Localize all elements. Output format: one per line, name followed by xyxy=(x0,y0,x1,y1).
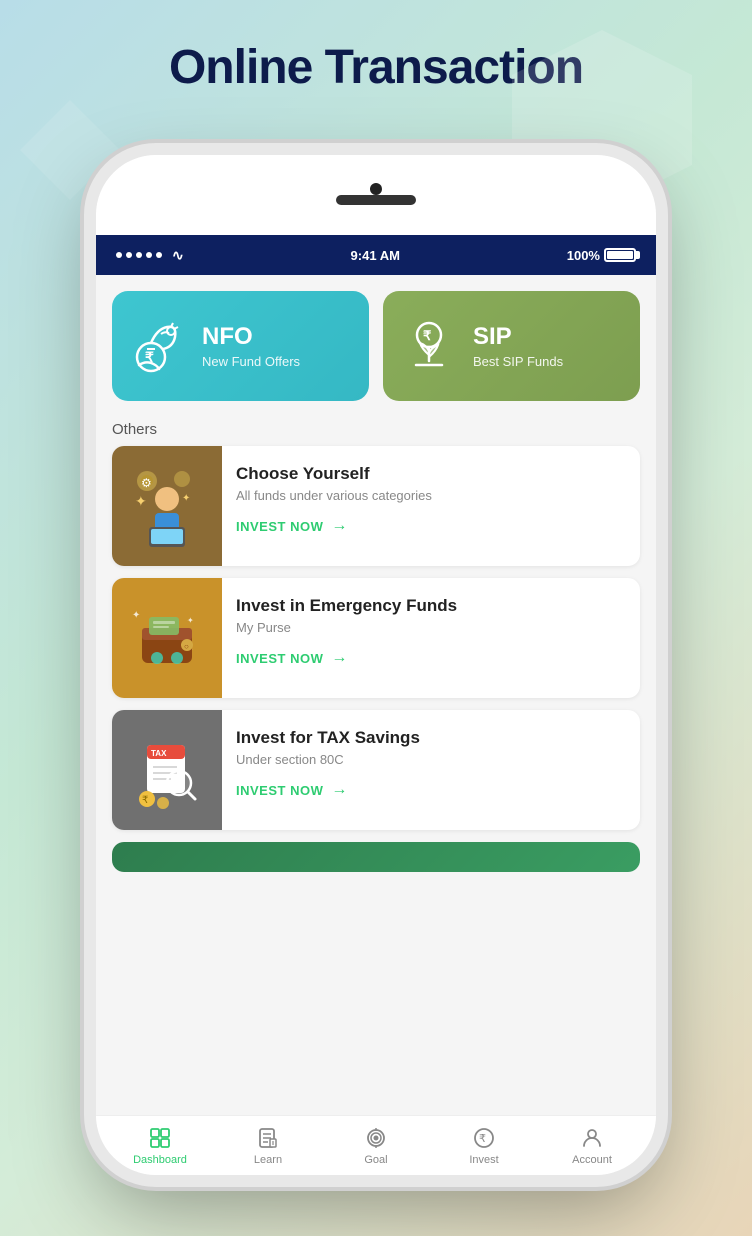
svg-text:✦: ✦ xyxy=(187,616,194,625)
nav-item-account[interactable]: Account xyxy=(538,1126,646,1166)
svg-text:✦: ✦ xyxy=(182,493,190,504)
signal-indicator: ∿ xyxy=(116,247,184,264)
choose-yourself-subtitle: All funds under various categories xyxy=(236,488,626,503)
bottom-nav: Dashboard Learn xyxy=(96,1115,656,1175)
others-section-label: Others xyxy=(96,411,656,446)
status-time: 9:41 AM xyxy=(351,248,400,263)
tax-savings-subtitle: Under section 80C xyxy=(236,752,626,767)
nav-item-goal[interactable]: Goal xyxy=(322,1126,430,1166)
emergency-funds-cta-label: INVEST NOW xyxy=(236,651,323,666)
sip-title: SIP xyxy=(473,323,563,352)
phone-mockup: ∿ 9:41 AM 100% ₹ xyxy=(96,155,656,1175)
status-bar: ∿ 9:41 AM 100% xyxy=(96,235,656,275)
phone-notch xyxy=(96,155,656,235)
account-icon xyxy=(580,1126,604,1150)
svg-text:TAX: TAX xyxy=(151,749,167,758)
nav-item-invest[interactable]: ₹ Invest xyxy=(430,1126,538,1166)
learn-icon xyxy=(256,1126,280,1150)
svg-text:RETURN: RETURN xyxy=(149,760,178,767)
app-content: ₹ NFO New Fund Offers xyxy=(96,275,656,1115)
invest-nav-label: Invest xyxy=(469,1154,498,1166)
invest-arrow-2-icon: → xyxy=(331,649,348,667)
choose-yourself-title: Choose Yourself xyxy=(236,464,626,484)
tax-savings-title: Invest for TAX Savings xyxy=(236,728,626,748)
choose-yourself-image: ⚙ ✦ ✦ xyxy=(112,446,222,566)
tax-savings-cta[interactable]: INVEST NOW → xyxy=(236,781,348,799)
tax-savings-body: Invest for TAX Savings Under section 80C… xyxy=(222,710,640,830)
nfo-subtitle: New Fund Offers xyxy=(202,354,300,369)
nfo-card-text: NFO New Fund Offers xyxy=(202,323,300,369)
phone-speaker xyxy=(336,195,416,205)
sip-card[interactable]: ₹ SIP Best SIP Funds xyxy=(383,291,640,401)
account-nav-label: Account xyxy=(572,1154,612,1166)
svg-text:✦: ✦ xyxy=(135,493,147,509)
nfo-title: NFO xyxy=(202,323,300,352)
list-item-tax-savings[interactable]: TAX RETURN ₹ xyxy=(112,710,640,830)
emergency-funds-subtitle: My Purse xyxy=(236,620,626,635)
nfo-icon: ₹ xyxy=(128,316,188,376)
dashboard-icon xyxy=(148,1126,172,1150)
svg-text:✦: ✦ xyxy=(132,610,140,621)
invest-icon: ₹ xyxy=(472,1126,496,1150)
nav-item-learn[interactable]: Learn xyxy=(214,1126,322,1166)
top-cards-row: ₹ NFO New Fund Offers xyxy=(96,275,656,411)
choose-yourself-body: Choose Yourself All funds under various … xyxy=(222,446,640,566)
learn-nav-label: Learn xyxy=(254,1154,282,1166)
svg-text:⚙: ⚙ xyxy=(141,476,152,490)
goal-icon xyxy=(364,1126,388,1150)
wifi-icon: ∿ xyxy=(172,247,184,264)
sip-icon: ₹ xyxy=(399,316,459,376)
dashboard-nav-label: Dashboard xyxy=(133,1154,187,1166)
partial-card-bottom xyxy=(112,842,640,872)
emergency-funds-image: ✦ ✦ ✦ ○ xyxy=(112,578,222,698)
phone-camera xyxy=(370,183,382,195)
invest-arrow-icon: → xyxy=(331,517,348,535)
nav-item-dashboard[interactable]: Dashboard xyxy=(106,1126,214,1166)
emergency-funds-title: Invest in Emergency Funds xyxy=(236,596,626,616)
sip-subtitle: Best SIP Funds xyxy=(473,354,563,369)
sip-card-text: SIP Best SIP Funds xyxy=(473,323,563,369)
nfo-card[interactable]: ₹ NFO New Fund Offers xyxy=(112,291,369,401)
svg-text:₹: ₹ xyxy=(142,795,148,806)
goal-nav-label: Goal xyxy=(364,1154,387,1166)
list-item-emergency-funds[interactable]: ✦ ✦ ✦ ○ xyxy=(112,578,640,698)
battery-percent: 100% xyxy=(567,248,600,263)
invest-arrow-3-icon: → xyxy=(331,781,348,799)
choose-yourself-cta-label: INVEST NOW xyxy=(236,519,323,534)
emergency-funds-cta[interactable]: INVEST NOW → xyxy=(236,649,348,667)
svg-text:₹: ₹ xyxy=(423,328,432,343)
svg-text:₹: ₹ xyxy=(479,1133,486,1145)
svg-text:○: ○ xyxy=(184,642,189,651)
tax-savings-cta-label: INVEST NOW xyxy=(236,783,323,798)
battery-indicator: 100% xyxy=(567,248,636,263)
emergency-funds-body: Invest in Emergency Funds My Purse INVES… xyxy=(222,578,640,698)
choose-yourself-cta[interactable]: INVEST NOW → xyxy=(236,517,348,535)
list-item-choose-yourself[interactable]: ⚙ ✦ ✦ Choose Yoursel xyxy=(112,446,640,566)
tax-savings-image: TAX RETURN ₹ xyxy=(112,710,222,830)
